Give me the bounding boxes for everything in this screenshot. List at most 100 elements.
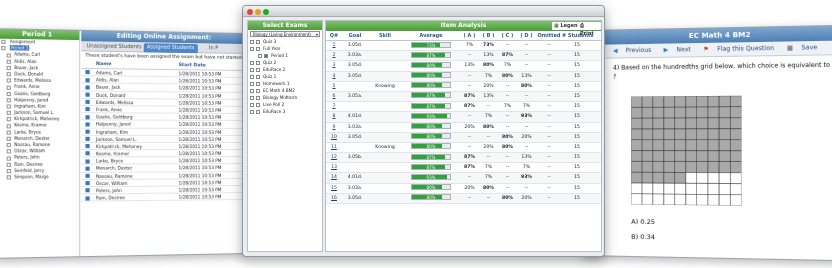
start-date-column-header[interactable]: Start Date	[179, 63, 239, 69]
table-row[interactable]: 11 Knowing 80% -- 20% 80% -- -- 15	[326, 143, 601, 154]
col-b[interactable]: ( B )	[479, 31, 498, 40]
checkbox[interactable]	[6, 85, 11, 90]
checkbox[interactable]	[256, 39, 260, 44]
checkbox[interactable]	[6, 117, 11, 122]
checkbox[interactable]	[256, 46, 260, 51]
expand-icon[interactable]	[250, 102, 254, 107]
table-row[interactable]: 10 3.05d. 80% -- -- 80% 20% -- 15	[326, 132, 601, 143]
col-d[interactable]: ( D )	[517, 31, 536, 40]
question-link[interactable]: 2	[326, 51, 342, 60]
checkbox-checked-icon[interactable]	[85, 173, 90, 178]
choice-b[interactable]: B) 0.34	[631, 233, 655, 241]
close-icon[interactable]	[247, 8, 253, 15]
checkbox[interactable]	[6, 168, 11, 174]
row-checkbox-cell[interactable]	[85, 165, 95, 171]
tab-assigned[interactable]: Assigned Students	[143, 43, 198, 54]
table-row[interactable]: Jackson, Samuel L. 1/28/2011 10:53 PM	[81, 135, 246, 143]
table-row[interactable]: 16 3.05d. 80% -- -- 80% 20% -- 15	[326, 193, 601, 204]
exam-tree-item[interactable]: Quiz 1	[248, 73, 322, 80]
expand-icon[interactable]	[250, 81, 254, 86]
row-checkbox-cell[interactable]	[85, 135, 95, 142]
question-link[interactable]: 10	[326, 133, 342, 142]
expand-icon[interactable]	[250, 67, 254, 72]
tree-item[interactable]: Simpson, Marge	[0, 174, 79, 181]
question-link[interactable]: 4	[326, 72, 342, 81]
checkbox[interactable]	[6, 123, 11, 129]
checkbox[interactable]	[256, 74, 260, 79]
row-checkbox-cell[interactable]	[85, 150, 95, 156]
checkbox[interactable]	[6, 156, 11, 161]
expand-icon[interactable]	[250, 74, 254, 79]
table-row[interactable]: 7 87% 87% -- 7% 7% -- 15	[326, 102, 601, 113]
question-link[interactable]: 1	[326, 41, 342, 50]
table-row[interactable]: 4 3.05d. 80% -- 7% 80% 13% -- 15	[326, 71, 601, 82]
checkbox-checked-icon[interactable]	[85, 129, 90, 134]
next-button[interactable]: ▶ Next	[664, 46, 697, 54]
checkbox[interactable]	[6, 130, 11, 135]
checkbox[interactable]	[256, 109, 260, 114]
checkbox[interactable]	[6, 59, 11, 64]
exam-tree-item[interactable]: EduRace 3	[248, 108, 322, 115]
col-q[interactable]: Q#	[326, 31, 342, 40]
checkbox-checked-icon[interactable]	[85, 166, 90, 171]
checkbox[interactable]	[6, 104, 11, 109]
checkbox-checked-icon[interactable]	[85, 70, 90, 75]
checkbox[interactable]	[1, 46, 6, 51]
checkbox-checked-icon[interactable]	[85, 99, 90, 105]
checkbox[interactable]	[256, 102, 260, 107]
checkbox-checked-icon[interactable]	[85, 195, 90, 201]
exam-tree-item[interactable]: Live Poll 2	[248, 101, 322, 108]
exam-tree-item[interactable]: Quiz 2	[248, 59, 322, 66]
table-row[interactable]: 1 3.05d. 73% 7% 73% -- -- -- 15	[326, 41, 601, 52]
checkbox[interactable]	[6, 143, 11, 148]
row-checkbox-cell[interactable]	[85, 180, 95, 186]
row-checkbox-cell[interactable]	[85, 106, 95, 112]
row-checkbox-cell[interactable]	[85, 187, 95, 193]
row-checkbox-cell[interactable]	[85, 121, 95, 127]
table-row[interactable]: 13 87% 87% 7% -- 7% -- 15	[326, 163, 601, 174]
table-row[interactable]: 3 3.05d. 80% 13% 80% 7% -- -- 15	[326, 61, 601, 72]
checkbox[interactable]	[6, 110, 11, 116]
row-checkbox-cell[interactable]	[85, 172, 95, 178]
checkbox-checked-icon[interactable]	[85, 188, 90, 193]
row-checkbox-cell[interactable]	[85, 143, 95, 149]
col-a[interactable]: ( A )	[460, 31, 479, 40]
row-checkbox-cell[interactable]	[85, 76, 95, 82]
expand-icon[interactable]	[250, 109, 254, 114]
row-checkbox-cell[interactable]	[85, 113, 95, 119]
tab-unassigned[interactable]: Unassigned Students	[83, 42, 144, 52]
col-skill[interactable]: Skill	[368, 31, 402, 40]
question-link[interactable]: 9	[326, 123, 342, 132]
checkbox-checked-icon[interactable]	[85, 114, 90, 119]
checkbox[interactable]	[6, 136, 11, 141]
table-row[interactable]: 14 4.01d. 93% -- 7% -- 93% -- 15	[326, 173, 601, 184]
question-link[interactable]: 11	[326, 143, 342, 152]
print-button[interactable]: ⎙ Print	[578, 22, 601, 37]
row-checkbox-cell[interactable]	[85, 99, 95, 105]
checkbox-checked-icon[interactable]	[85, 136, 90, 142]
checkbox[interactable]	[6, 91, 11, 96]
expand-icon[interactable]	[250, 95, 254, 100]
checkbox[interactable]	[256, 95, 260, 100]
zoom-icon[interactable]	[263, 8, 269, 15]
checkbox[interactable]	[6, 149, 11, 154]
checkbox[interactable]	[256, 67, 260, 72]
expand-icon[interactable]	[250, 39, 254, 44]
row-checkbox-cell[interactable]	[85, 128, 95, 134]
question-link[interactable]: 8	[326, 112, 342, 121]
expand-icon[interactable]	[258, 53, 262, 58]
question-link[interactable]: 16	[326, 194, 342, 203]
col-average[interactable]: Average	[402, 31, 460, 40]
row-checkbox-cell[interactable]	[85, 194, 95, 201]
table-row[interactable]: 8 4.01d. 93% -- 7% -- 93% -- 15	[326, 112, 601, 123]
question-link[interactable]: 6	[326, 92, 342, 101]
question-link[interactable]: 14	[326, 173, 342, 182]
checkbox[interactable]	[256, 88, 260, 93]
question-link[interactable]: 15	[326, 184, 342, 193]
tab-in-progress[interactable]: In P	[206, 44, 221, 53]
checkbox[interactable]	[6, 162, 11, 167]
previous-button[interactable]: ◀ Previous	[613, 47, 657, 55]
question-link[interactable]: 12	[326, 153, 342, 162]
question-link[interactable]: 13	[326, 163, 342, 172]
question-link[interactable]: 7	[326, 102, 342, 111]
